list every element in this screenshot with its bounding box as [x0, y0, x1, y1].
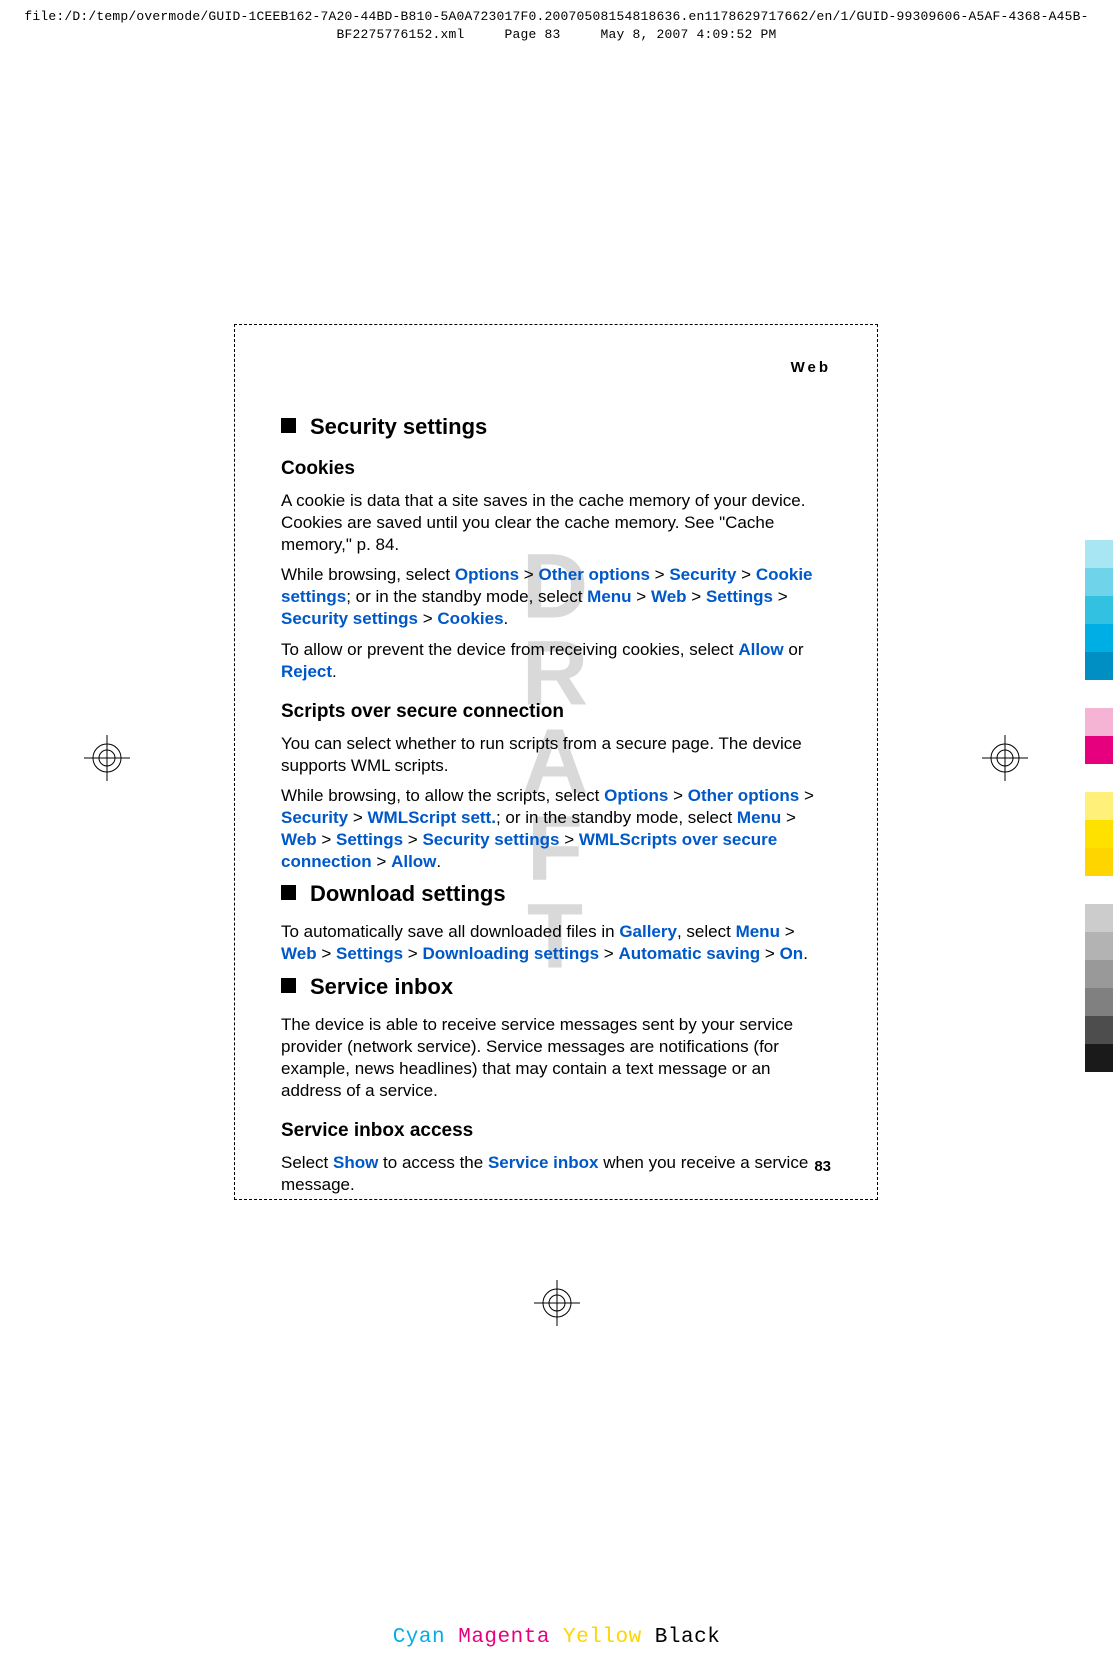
color-swatch-bar	[1085, 540, 1113, 1072]
color-swatch	[1085, 736, 1113, 764]
body-text: While browsing, to allow the scripts, se…	[281, 785, 831, 873]
body-text: To allow or prevent the device from rece…	[281, 639, 831, 683]
color-swatch	[1085, 848, 1113, 876]
body-text: A cookie is data that a site saves in th…	[281, 490, 831, 556]
source-header: file:/D:/temp/overmode/GUID-1CEEB162-7A2…	[0, 0, 1113, 44]
section-heading-inbox: Service inbox	[281, 974, 831, 1000]
color-swatch	[1085, 708, 1113, 736]
body-text: Select Show to access the Service inbox …	[281, 1152, 831, 1196]
registration-mark-icon	[534, 1280, 580, 1326]
color-swatch	[1085, 568, 1113, 596]
registration-mark-icon	[982, 735, 1028, 781]
body-text: The device is able to receive service me…	[281, 1014, 831, 1102]
body-text: You can select whether to run scripts fr…	[281, 733, 831, 777]
bullet-square-icon	[281, 418, 296, 433]
process-colors-label: Cyan Magenta Yellow Black	[393, 1626, 721, 1649]
section-heading-security: Security settings	[281, 414, 831, 440]
file-path-line: file:/D:/temp/overmode/GUID-1CEEB162-7A2…	[0, 8, 1113, 26]
color-swatch	[1085, 904, 1113, 932]
body-text: To automatically save all downloaded fil…	[281, 921, 831, 965]
color-swatch	[1085, 624, 1113, 652]
color-swatch	[1085, 1016, 1113, 1044]
page-content-frame: DRAFT Web Security settings Cookies A co…	[234, 324, 878, 1200]
file-meta-line: BF2275776152.xml Page 83 May 8, 2007 4:0…	[0, 26, 1113, 44]
subheading-scripts: Scripts over secure connection	[281, 701, 831, 723]
section-heading-download: Download settings	[281, 881, 831, 907]
color-swatch	[1085, 988, 1113, 1016]
color-swatch	[1085, 932, 1113, 960]
color-swatch	[1085, 1044, 1113, 1072]
color-swatch	[1085, 792, 1113, 820]
color-swatch	[1085, 596, 1113, 624]
color-swatch	[1085, 960, 1113, 988]
color-swatch	[1085, 820, 1113, 848]
subheading-cookies: Cookies	[281, 458, 831, 480]
registration-mark-icon	[84, 735, 130, 781]
color-swatch	[1085, 652, 1113, 680]
body-text: While browsing, select Options > Other o…	[281, 564, 831, 630]
running-header: Web	[281, 359, 831, 376]
color-swatch	[1085, 540, 1113, 568]
subheading-inbox-access: Service inbox access	[281, 1120, 831, 1142]
bullet-square-icon	[281, 978, 296, 993]
bullet-square-icon	[281, 885, 296, 900]
